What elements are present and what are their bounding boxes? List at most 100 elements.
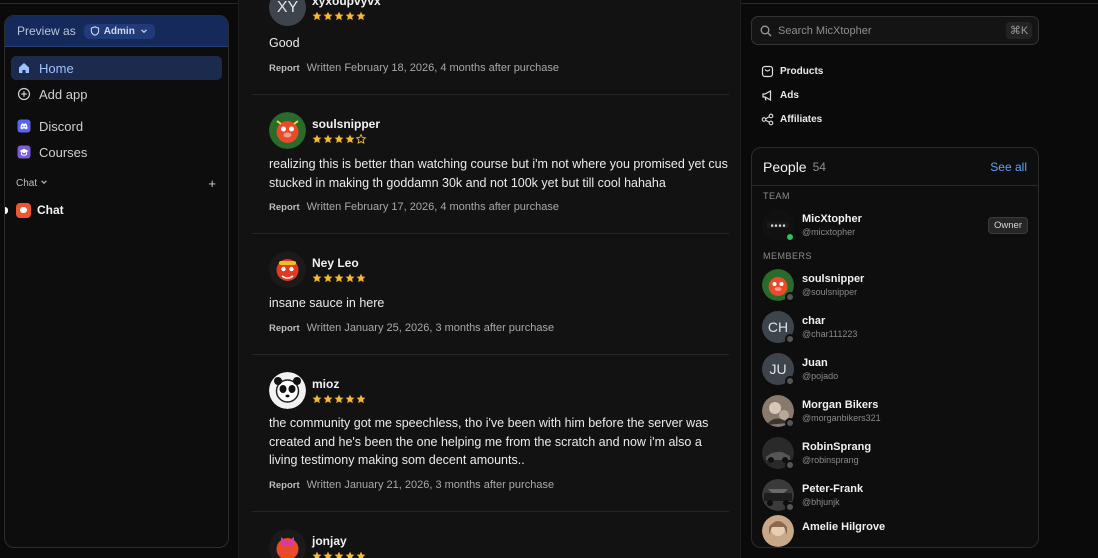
offline-status bbox=[785, 376, 795, 386]
star-filled-icon bbox=[356, 551, 366, 558]
star-filled-icon bbox=[312, 394, 322, 404]
star-filled-icon bbox=[334, 273, 344, 283]
person-handle: @morganbikers321 bbox=[802, 413, 881, 423]
star-filled-icon bbox=[356, 394, 366, 404]
avatar bbox=[269, 251, 306, 288]
member-row[interactable]: Morgan Bikers @morganbikers321 bbox=[762, 394, 1028, 428]
nav-courses[interactable]: Courses bbox=[11, 140, 222, 164]
member-row[interactable]: JU Juan @pojado bbox=[762, 352, 1028, 386]
person-name: soulsnipper bbox=[802, 273, 865, 285]
person-name: Juan bbox=[802, 357, 828, 369]
offline-status bbox=[785, 292, 795, 302]
nav-home[interactable]: Home bbox=[11, 56, 222, 80]
search-input[interactable]: Search MicXtopher ⌘K bbox=[751, 16, 1039, 45]
products-icon bbox=[761, 65, 774, 78]
offline-status bbox=[785, 460, 795, 470]
star-filled-icon bbox=[323, 394, 333, 404]
nav-home-label: Home bbox=[39, 60, 74, 76]
chat-section-toggle[interactable]: Chat bbox=[16, 178, 48, 189]
star-filled-icon bbox=[345, 551, 355, 558]
star-filled-icon bbox=[345, 273, 355, 283]
link-ads[interactable]: Ads bbox=[761, 88, 823, 103]
people-panel: People 54 See all TEAM ■ ■ ■ ■ MicXtophe… bbox=[751, 147, 1039, 548]
plus-circle-icon bbox=[17, 87, 31, 101]
people-count: 54 bbox=[812, 159, 826, 174]
person-handle: @char111223 bbox=[802, 329, 858, 339]
nav-add-app-label: Add app bbox=[39, 86, 88, 102]
see-all-link[interactable]: See all bbox=[990, 160, 1027, 174]
link-affiliates[interactable]: Affiliates bbox=[761, 112, 823, 127]
member-row[interactable]: RobinSprang @robinsprang bbox=[762, 436, 1028, 470]
offline-status bbox=[785, 418, 795, 428]
avatar bbox=[269, 372, 306, 409]
shortcut-badge: ⌘K bbox=[1006, 22, 1032, 39]
member-row[interactable]: CH char @char111223 bbox=[762, 310, 1028, 344]
chevron-down-icon bbox=[140, 29, 147, 34]
person-name: char bbox=[802, 315, 826, 327]
person-name: MicXtopher bbox=[802, 213, 862, 225]
person-handle: @robinsprang bbox=[802, 455, 859, 465]
star-filled-icon bbox=[312, 11, 322, 21]
member-row[interactable]: Peter-Frank @bhjunjk bbox=[762, 478, 1028, 512]
avatar: XY bbox=[269, 0, 306, 26]
reviewer-name: Ney Leo bbox=[312, 256, 359, 270]
add-chat-button[interactable]: + bbox=[208, 176, 216, 191]
sidebar-item-chat[interactable]: Chat bbox=[5, 199, 228, 221]
report-link[interactable]: Report bbox=[269, 479, 300, 491]
chat-icon bbox=[16, 202, 31, 218]
discord-icon bbox=[17, 119, 31, 133]
reviewer-name: soulsnipper bbox=[312, 117, 381, 131]
star-filled-icon bbox=[334, 11, 344, 21]
nav-courses-label: Courses bbox=[39, 144, 88, 160]
reviewer-name: jonjay bbox=[312, 534, 347, 548]
star-filled-icon bbox=[356, 11, 366, 21]
report-link[interactable]: Report bbox=[269, 322, 300, 334]
people-header: People 54 See all bbox=[752, 148, 1038, 186]
nav-discord-label: Discord bbox=[39, 118, 84, 134]
rating-stars bbox=[312, 551, 366, 558]
review-date: Written January 21, 2026, 3 months after… bbox=[306, 479, 555, 491]
link-ads-label: Ads bbox=[780, 90, 799, 101]
link-affiliates-label: Affiliates bbox=[780, 114, 823, 125]
chat-section-label: Chat bbox=[16, 177, 38, 189]
report-link[interactable]: Report bbox=[269, 62, 300, 74]
person-name: Peter-Frank bbox=[802, 483, 864, 495]
person-handle: @soulsnipper bbox=[802, 287, 858, 297]
star-filled-icon bbox=[312, 551, 322, 558]
link-products[interactable]: Products bbox=[761, 64, 823, 79]
chat-section-header: Chat + bbox=[5, 176, 228, 191]
quick-links: Products Ads Affiliates bbox=[761, 64, 823, 136]
avatar bbox=[762, 479, 795, 512]
person-name: Amelie Hilgrove bbox=[802, 521, 886, 533]
active-indicator bbox=[5, 207, 8, 214]
review-text: the community got me speechless, tho i'v… bbox=[269, 416, 709, 467]
star-filled-icon bbox=[323, 551, 333, 558]
report-link[interactable]: Report bbox=[269, 201, 300, 213]
online-status bbox=[785, 232, 795, 242]
member-row[interactable]: soulsnipper @soulsnipper bbox=[762, 268, 1028, 302]
person-handle: @pojado bbox=[802, 371, 839, 381]
star-filled-icon bbox=[334, 551, 344, 558]
courses-icon bbox=[17, 145, 31, 159]
review-date: Written January 25, 2026, 3 months after… bbox=[306, 322, 555, 334]
left-sidebar: Preview as Admin Home Add app Discord Co… bbox=[4, 15, 229, 548]
review-text: Good bbox=[269, 36, 300, 50]
affiliates-icon bbox=[761, 113, 774, 126]
role-select[interactable]: Admin bbox=[83, 23, 155, 39]
search-icon bbox=[760, 25, 772, 36]
member-row[interactable]: Amelie Hilgrove bbox=[762, 514, 1028, 547]
avatar bbox=[762, 269, 795, 302]
search-placeholder: Search MicXtopher bbox=[778, 24, 872, 37]
team-member-row[interactable]: ■ ■ ■ ■ MicXtopher @micxtopher Owner bbox=[762, 208, 1028, 242]
star-filled-icon bbox=[345, 134, 355, 144]
review-text: realizing this is better than watching c… bbox=[269, 157, 728, 190]
avatar bbox=[762, 515, 794, 547]
offline-status bbox=[785, 502, 795, 512]
preview-bar: Preview as Admin bbox=[5, 16, 228, 47]
nav-discord[interactable]: Discord bbox=[11, 114, 222, 138]
nav-add-app[interactable]: Add app bbox=[11, 82, 222, 106]
rating-stars bbox=[312, 273, 366, 283]
star-filled-icon bbox=[323, 11, 333, 21]
offline-status bbox=[785, 334, 795, 344]
avatar: CH bbox=[762, 311, 795, 344]
